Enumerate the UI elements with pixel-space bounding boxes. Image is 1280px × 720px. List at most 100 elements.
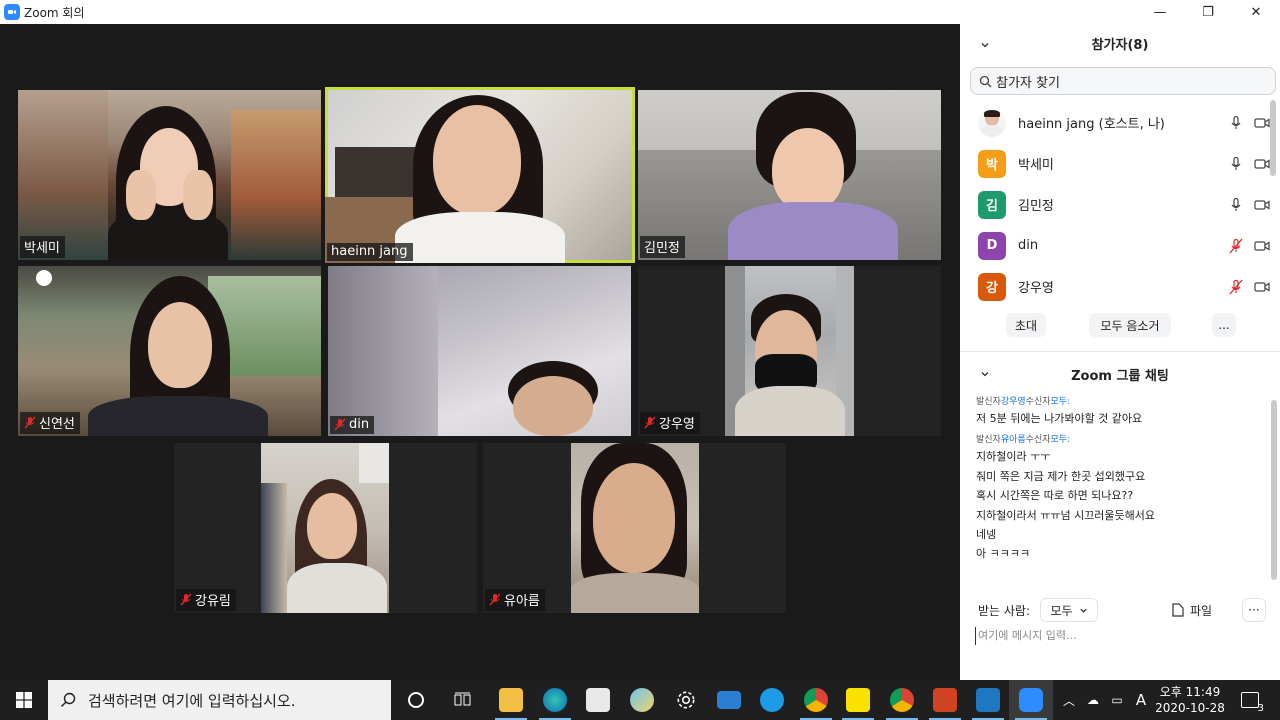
participant-name-label: 박세미 <box>20 236 65 258</box>
muted-microphone-icon[interactable] <box>1228 238 1244 254</box>
chat-message-input[interactable]: 여기에 메시지 입력... <box>975 627 1175 645</box>
participant-name-label: 김민정 <box>640 236 685 258</box>
participant-search-input[interactable]: 참가자 찾기 <box>970 67 1276 95</box>
zoom-app-icon <box>4 4 20 20</box>
video-camera-icon[interactable] <box>1254 115 1270 131</box>
notifications-icon[interactable]: 3 <box>1236 680 1264 720</box>
video-tile-active-speaker[interactable]: haeinn jang <box>325 87 635 263</box>
video-camera-icon[interactable] <box>1254 197 1270 213</box>
video-tile[interactable]: din <box>328 266 631 436</box>
participant-name: din <box>1018 238 1039 253</box>
paint-icon[interactable] <box>620 680 664 720</box>
muted-mic-icon <box>644 416 656 429</box>
microphone-icon[interactable] <box>1228 156 1244 172</box>
message-sender-line: 발신자강우영수신자모두: <box>976 397 1071 407</box>
participant-row[interactable]: 박 박세미 <box>960 143 1270 184</box>
participant-name-label: haeinn jang <box>327 243 413 261</box>
edge-browser-icon[interactable] <box>533 680 577 720</box>
chrome-icon[interactable] <box>794 680 838 720</box>
microphone-icon[interactable] <box>1228 197 1244 213</box>
search-icon <box>60 692 76 708</box>
chrome-icon[interactable] <box>880 680 924 720</box>
avatar: 박 <box>978 149 1006 178</box>
photos-icon[interactable] <box>966 680 1010 720</box>
invite-button[interactable]: 초대 <box>1006 313 1046 337</box>
muted-mic-icon <box>489 593 501 606</box>
store-icon[interactable] <box>576 680 620 720</box>
participant-name: 박세미 <box>1018 158 1054 173</box>
video-camera-icon[interactable] <box>1254 156 1270 172</box>
kakaotalk-icon[interactable] <box>836 680 880 720</box>
participant-name-label: 강유림 <box>176 589 236 611</box>
video-tile[interactable]: 강유림 <box>174 443 477 613</box>
avatar: D <box>978 231 1006 260</box>
recipient-select[interactable]: 모두 <box>1040 598 1098 622</box>
chat-message: 저 5분 뒤에는 나가봐야할 것 같아요 <box>976 412 1143 425</box>
participant-name-label: din <box>330 416 375 434</box>
restore-button[interactable]: ❐ <box>1184 0 1232 24</box>
message-sender-line: 발신자유아름수신자모두: <box>976 435 1071 446</box>
ime-indicator[interactable]: A <box>1130 680 1152 720</box>
file-button[interactable]: 파일 <box>1172 598 1212 622</box>
avatar: 강 <box>978 272 1006 301</box>
close-button[interactable]: ✕ <box>1232 0 1280 24</box>
cortana-icon[interactable] <box>394 680 438 720</box>
file-icon <box>1172 603 1184 617</box>
panel-divider <box>960 351 1280 352</box>
chat-message: 지하철이라서 ㅠㅠ넘 시끄러울듯해서요 <box>976 508 1156 522</box>
notification-count: 3 <box>1257 703 1264 714</box>
chat-recipient-row: 받는 사람: 모두 파일 ··· <box>960 598 1280 622</box>
taskbar-search-input[interactable]: 검색하려면 여기에 입력하십시오. <box>48 680 391 720</box>
chat-message: 줘미 쪽은 지금 제가 한곳 섭외했구요 <box>976 469 1146 483</box>
microphone-icon[interactable] <box>1228 115 1244 131</box>
video-camera-icon[interactable] <box>1254 238 1270 254</box>
participant-row[interactable]: 강 강우영 <box>960 266 1270 307</box>
participant-name-label: 신연선 <box>20 412 80 434</box>
chat-messages: 발신자강우영수신자모두: 저 5분 뒤에는 나가봐야할 것 같아요 발신자유아름… <box>960 396 1270 564</box>
chat-title: Zoom 그룹 채팅 <box>1071 369 1169 384</box>
chat-more-button[interactable]: ··· <box>1242 598 1266 622</box>
participant-name-label: 유아름 <box>485 589 545 611</box>
participant-row[interactable]: haeinn jang (호스트, 나) <box>960 102 1270 143</box>
task-view-icon[interactable] <box>441 680 485 720</box>
mail-icon[interactable] <box>707 680 751 720</box>
windows-logo-icon <box>16 692 32 708</box>
recipient-label: 받는 사람: <box>978 604 1031 618</box>
window-title: Zoom 회의 <box>24 5 85 20</box>
internet-explorer-icon[interactable] <box>750 680 794 720</box>
muted-microphone-icon[interactable] <box>1228 279 1244 295</box>
participant-row[interactable]: 김 김민정 <box>960 184 1270 225</box>
video-tile[interactable]: 김민정 <box>638 90 941 260</box>
zoom-taskbar-icon[interactable] <box>1009 680 1053 720</box>
file-explorer-icon[interactable] <box>489 680 533 720</box>
battery-icon[interactable]: ▭ <box>1106 680 1128 720</box>
video-camera-icon[interactable] <box>1254 279 1270 295</box>
show-hidden-icons-chevron-icon[interactable]: ︿ <box>1058 680 1080 720</box>
mute-all-button[interactable]: 모두 음소거 <box>1089 313 1171 337</box>
system-clock[interactable]: 오후 11:49 2020-10-28 <box>1150 684 1230 716</box>
minimize-button[interactable]: — <box>1136 0 1184 24</box>
participant-row[interactable]: D din <box>960 225 1270 266</box>
cloud-sync-icon[interactable]: ☁ <box>1082 680 1104 720</box>
video-tile[interactable]: 강우영 <box>638 266 941 436</box>
muted-mic-icon <box>334 418 346 431</box>
powerpoint-icon[interactable] <box>923 680 967 720</box>
participant-name: haeinn jang (호스트, 나) <box>1018 117 1165 132</box>
avatar <box>978 108 1006 137</box>
participants-scrollbar[interactable] <box>1270 100 1276 176</box>
video-tile[interactable]: 유아름 <box>483 443 786 613</box>
settings-gear-icon[interactable] <box>664 680 708 720</box>
muted-mic-icon <box>180 593 192 606</box>
video-tile[interactable]: 박세미 <box>18 90 321 260</box>
participants-more-button[interactable]: ... <box>1212 313 1236 337</box>
chat-message: 네넹 <box>976 527 997 541</box>
windows-taskbar: 검색하려면 여기에 입력하십시오. ︿ ☁ ▭ A 오후 11:49 2020-… <box>0 680 1280 720</box>
chevron-down-icon <box>1079 608 1087 613</box>
search-icon <box>979 75 992 87</box>
start-button[interactable] <box>0 680 48 720</box>
chat-scrollbar[interactable] <box>1271 400 1277 580</box>
clock-time: 오후 11:49 <box>1159 685 1221 699</box>
avatar: 김 <box>978 190 1006 219</box>
video-tile[interactable]: 신연선 <box>18 266 321 436</box>
chat-message: 혹시 시간쪽은 따로 하면 되나요?? <box>976 489 1134 503</box>
